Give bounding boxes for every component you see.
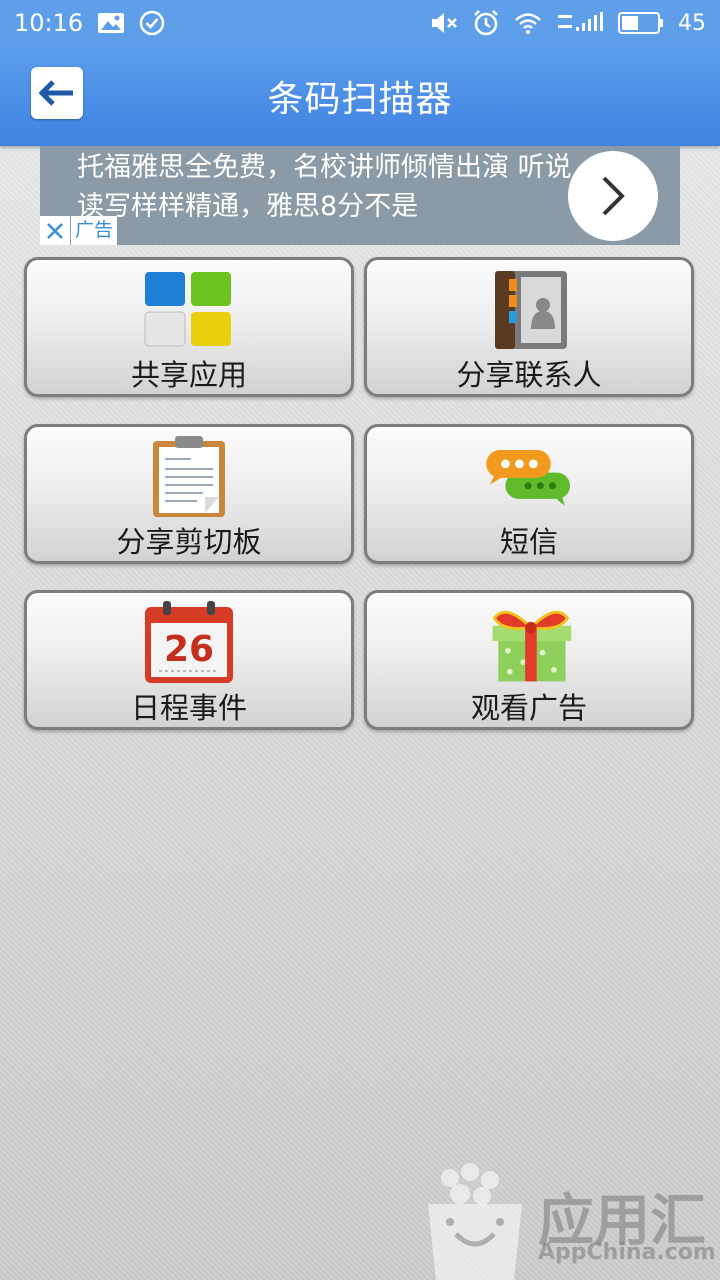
signal-icon xyxy=(556,11,604,35)
check-circle-icon xyxy=(139,10,165,36)
share-apps-button[interactable]: 共享应用 xyxy=(24,257,354,397)
alarm-icon xyxy=(472,9,500,37)
watch-ads-button[interactable]: 观看广告 xyxy=(364,590,694,730)
tile-label: 共享应用 xyxy=(130,358,247,392)
ad-banner[interactable]: 托福雅思全免费，名校讲师倾情出演 听说读写样样精通，雅思8分不是 广告 xyxy=(40,146,680,245)
image-icon xyxy=(97,11,125,35)
tile-label: 分享剪切板 xyxy=(116,525,262,559)
battery-icon xyxy=(618,11,664,35)
contacts-book-icon xyxy=(481,268,577,352)
ad-open-button[interactable] xyxy=(568,151,658,241)
tile-label: 短信 xyxy=(499,525,558,559)
chevron-right-icon xyxy=(602,176,625,216)
tile-label: 观看广告 xyxy=(470,691,587,725)
mute-icon xyxy=(430,11,458,35)
share-contact-button[interactable]: 分享联系人 xyxy=(364,257,694,397)
status-time: 10:16 xyxy=(14,9,84,37)
sms-button[interactable]: 短信 xyxy=(364,424,694,564)
shopping-bag-icon xyxy=(428,1163,522,1280)
battery-percent: 45 xyxy=(678,10,706,36)
share-clipboard-button[interactable]: 分享剪切板 xyxy=(24,424,354,564)
ad-text[interactable]: 托福雅思全免费，名校讲师倾情出演 听说读写样样精通，雅思8分不是 xyxy=(77,148,597,226)
calendar-icon: 26 xyxy=(141,601,237,685)
wifi-icon xyxy=(514,11,542,35)
gift-box-icon xyxy=(481,601,577,685)
chat-bubbles-icon xyxy=(481,435,577,519)
apps-grid-icon xyxy=(141,268,237,352)
watermark-url: AppChina.com xyxy=(538,1240,716,1265)
title-bar: 条码扫描器 xyxy=(0,46,720,146)
close-icon xyxy=(47,222,63,239)
status-bar: 10:16 45 xyxy=(0,0,720,46)
calendar-day: 26 xyxy=(164,629,214,670)
ad-tag: 广告 xyxy=(71,216,118,245)
ad-close-button[interactable] xyxy=(40,216,70,245)
tile-label: 分享联系人 xyxy=(456,358,602,392)
tile-label: 日程事件 xyxy=(130,691,247,725)
appchina-watermark: 应用汇 AppChina.com xyxy=(420,1160,720,1280)
page-title: 条码扫描器 xyxy=(267,79,453,120)
calendar-event-button[interactable]: 26 日程事件 xyxy=(24,590,354,730)
clipboard-icon xyxy=(141,435,237,519)
